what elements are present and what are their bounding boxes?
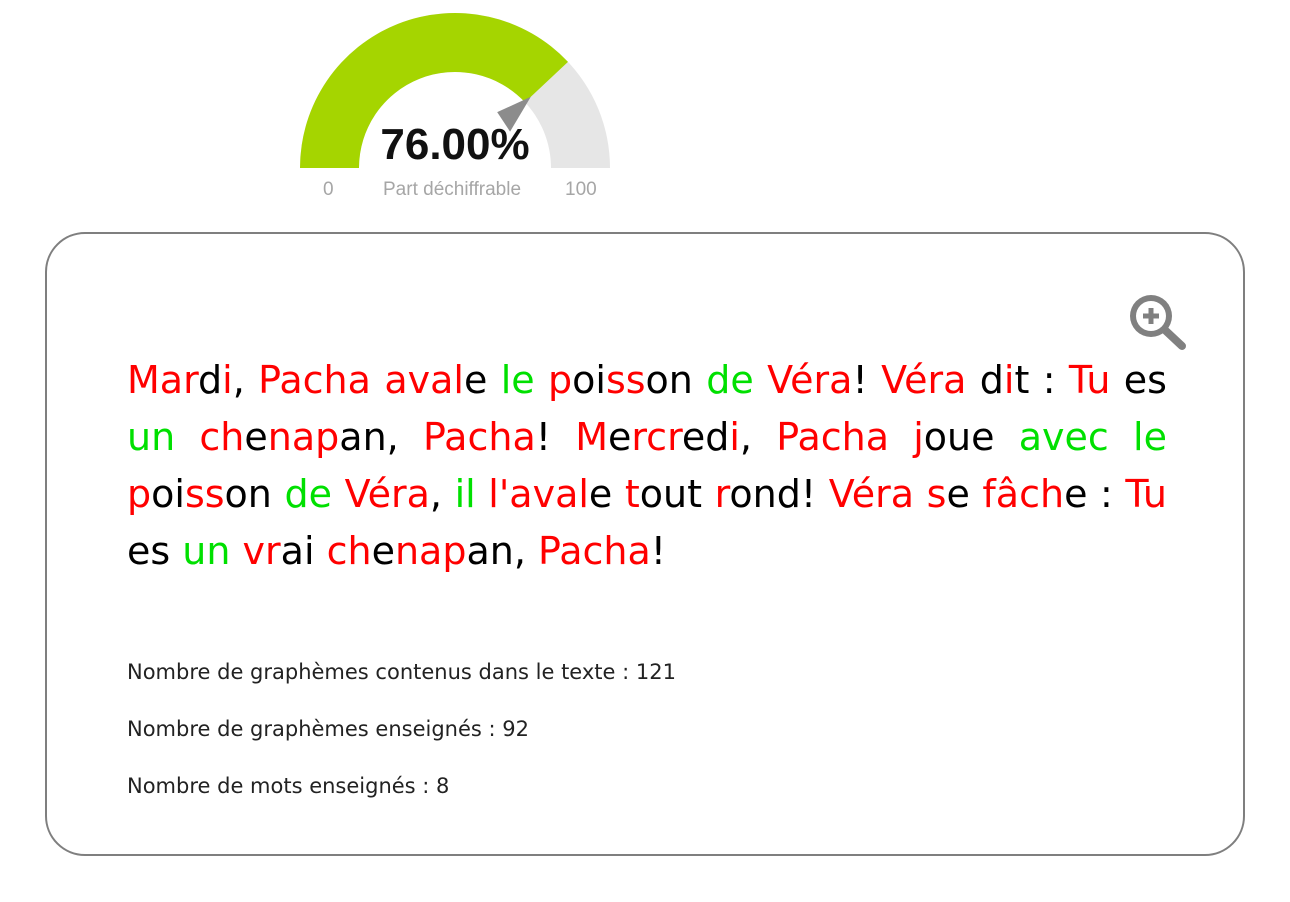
text-segment: ai bbox=[280, 529, 327, 573]
text-segment bbox=[175, 415, 199, 459]
text-segment bbox=[535, 358, 548, 402]
text-segment: i bbox=[1003, 358, 1015, 402]
text-segment bbox=[914, 472, 927, 516]
text-segment: fâch bbox=[982, 472, 1065, 516]
text-segment: Véra bbox=[881, 358, 967, 402]
text-segment: oue bbox=[923, 415, 1019, 459]
text-segment bbox=[476, 472, 489, 516]
text-segment: e bbox=[463, 358, 501, 402]
text-segment: aval bbox=[384, 358, 464, 402]
text-segment: nap bbox=[267, 415, 340, 459]
text-segment: un bbox=[127, 415, 176, 459]
text-segment: ! bbox=[535, 415, 576, 459]
text-segment: oi bbox=[151, 472, 185, 516]
text-segment: Pacha bbox=[258, 358, 371, 402]
text-segment: oi bbox=[572, 358, 606, 402]
text-segment: an, bbox=[339, 415, 423, 459]
text-segment: ch bbox=[199, 415, 245, 459]
text-segment: e bbox=[608, 415, 632, 459]
text-segment: Tu bbox=[1125, 472, 1167, 516]
text-segment: j bbox=[913, 415, 924, 459]
text-segment: un bbox=[182, 529, 231, 573]
stat-words-taught: Nombre de mots enseignés : 8 bbox=[127, 774, 450, 798]
text-segment bbox=[371, 358, 384, 402]
text-segment: t : bbox=[1014, 358, 1069, 402]
text-segment: ss bbox=[605, 358, 646, 402]
text-segment: rcr bbox=[631, 415, 682, 459]
text-segment: an, bbox=[466, 529, 538, 573]
text-segment: e bbox=[371, 529, 395, 573]
text-segment: e bbox=[244, 415, 268, 459]
gauge-max-label: 100 bbox=[565, 179, 597, 200]
text-segment: Véra bbox=[767, 358, 853, 402]
text-segment: e bbox=[588, 472, 625, 516]
text-segment bbox=[332, 472, 345, 516]
text-segment: i bbox=[222, 358, 233, 402]
decodability-gauge: 76.00% 0 Part déchiffrable 100 bbox=[290, 0, 620, 210]
text-segment: Pacha bbox=[776, 415, 889, 459]
text-segment: l'aval bbox=[488, 472, 589, 516]
text-segment: il bbox=[454, 472, 476, 516]
stat-graphemes-taught: Nombre de graphèmes enseignés : 92 bbox=[127, 717, 529, 741]
text-segment: nap bbox=[394, 529, 467, 573]
text-segment: , bbox=[429, 472, 455, 516]
colored-text: Mardi, Pacha avale le poisson de Véra! V… bbox=[127, 352, 1167, 580]
text-segment: Tu bbox=[1068, 358, 1111, 402]
text-segment: on bbox=[645, 358, 707, 402]
text-segment: p bbox=[548, 358, 573, 402]
gauge-min-label: 0 bbox=[323, 179, 334, 200]
text-segment: ond! bbox=[729, 472, 829, 516]
text-segment: Pacha bbox=[422, 415, 536, 459]
text-segment: vr bbox=[242, 529, 281, 573]
text-segment: le bbox=[500, 358, 535, 402]
text-segment: ed bbox=[681, 415, 730, 459]
text-segment: avec le bbox=[1018, 415, 1167, 459]
text-segment: , bbox=[232, 358, 259, 402]
stat-graphemes-total: Nombre de graphèmes contenus dans le tex… bbox=[127, 660, 676, 684]
text-segment: Mar bbox=[127, 358, 199, 402]
text-segment bbox=[889, 415, 913, 459]
text-segment: de bbox=[284, 472, 332, 516]
text-segment: r bbox=[714, 472, 730, 516]
text-segment: ss bbox=[184, 472, 225, 516]
text-segment: ch bbox=[326, 529, 372, 573]
text-segment: ! bbox=[650, 529, 666, 573]
gauge-value: 76.00% bbox=[380, 120, 530, 169]
text-segment: e bbox=[946, 472, 983, 516]
text-segment bbox=[230, 529, 242, 573]
text-segment: Pacha bbox=[538, 529, 651, 573]
text-segment: i bbox=[729, 415, 740, 459]
text-segment: s bbox=[926, 472, 947, 516]
text-segment bbox=[754, 358, 767, 402]
text-segment: d bbox=[198, 358, 223, 402]
text-segment: Véra bbox=[828, 472, 915, 516]
text-segment: de bbox=[706, 358, 754, 402]
text-segment: on bbox=[224, 472, 285, 516]
text-segment: t bbox=[624, 472, 640, 516]
text-segment: p bbox=[127, 472, 152, 516]
text-segment bbox=[1167, 415, 1179, 459]
text-segment: d bbox=[966, 358, 1004, 402]
text-segment: , bbox=[739, 415, 777, 459]
zoom-in-icon[interactable] bbox=[1124, 289, 1188, 353]
text-segment: es bbox=[1110, 358, 1180, 402]
text-segment: e : bbox=[1064, 472, 1126, 516]
text-segment: ! bbox=[852, 358, 882, 402]
text-segment: M bbox=[575, 415, 608, 459]
text-segment: Véra bbox=[344, 472, 430, 516]
gauge-label: Part déchiffrable bbox=[383, 179, 522, 200]
text-segment: out bbox=[639, 472, 715, 516]
